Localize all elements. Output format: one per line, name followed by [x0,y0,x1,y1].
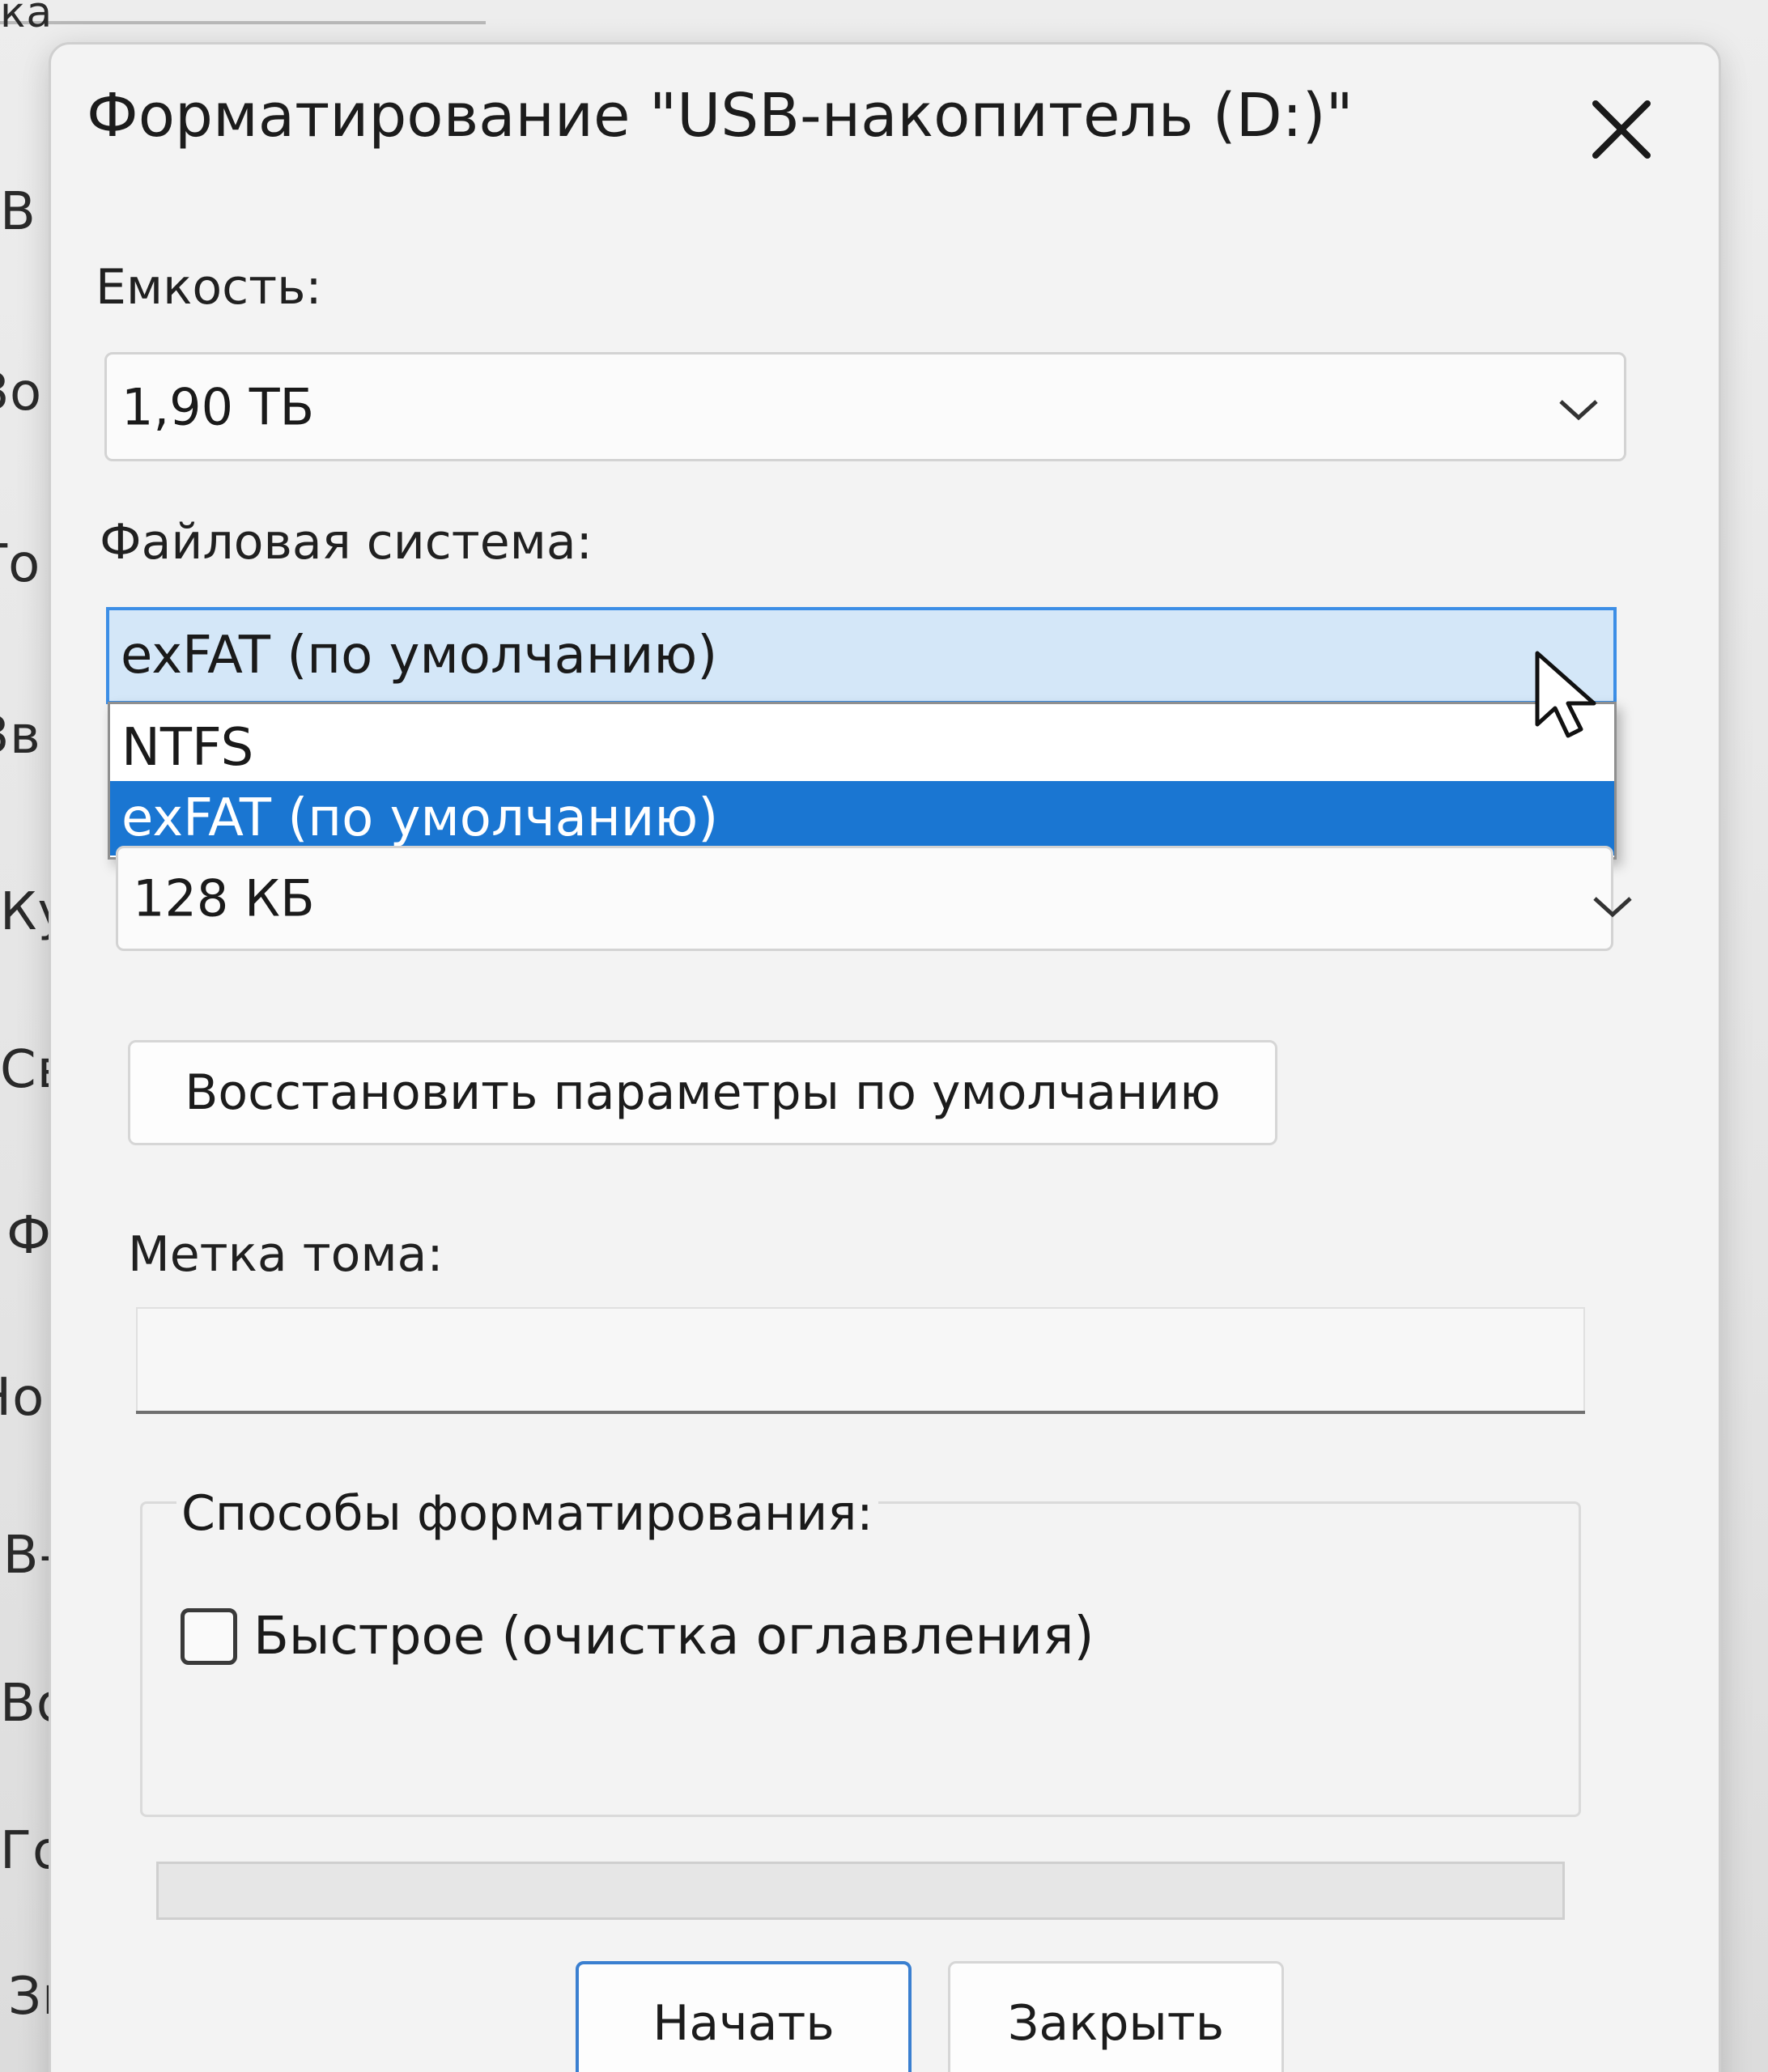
chevron-down-icon [1593,897,1632,918]
allocation-size-value: 128 КБ [133,868,315,928]
format-dialog: Форматирование "USB-накопитель (D:)" Емк… [49,42,1721,2072]
format-options-title: Способы форматирования: [176,1485,878,1542]
screen: ка В Зо То Зв Ку Св Фи Нов SB-н Вор Гого… [0,0,1768,2072]
allocation-size-select[interactable]: 128 КБ [116,846,1632,951]
quick-format-checkbox[interactable] [181,1608,237,1665]
chevron-down-icon [1559,400,1598,421]
background-item[interactable]: То [0,534,40,594]
quick-format-label[interactable]: Быстрое (очистка оглавления) [253,1607,1094,1667]
background-item[interactable]: В [0,182,36,242]
volume-label-input[interactable] [136,1307,1585,1412]
capacity-select[interactable]: 1,90 ТБ [104,352,1626,461]
close-icon[interactable] [1581,89,1662,170]
filesystem-dropdown-list: NTFS exFAT (по умолчанию) [108,702,1617,860]
filesystem-select[interactable]: exFAT (по умолчанию) [106,607,1617,704]
close-button[interactable]: Закрыть [948,1961,1284,2072]
background-item[interactable]: ка [0,0,53,37]
dropdown-option-ntfs[interactable]: NTFS [110,711,1614,785]
restore-defaults-button[interactable]: Восстановить параметры по умолчанию [128,1040,1277,1145]
dialog-title: Форматирование "USB-накопитель (D:)" [87,81,1354,151]
capacity-value: 1,90 ТБ [121,377,315,436]
volume-label-underline [136,1411,1585,1414]
volume-label-label: Метка тома: [128,1226,444,1283]
filesystem-value: exFAT (по умолчанию) [121,626,718,686]
format-progress-bar [156,1862,1565,1920]
filesystem-label: Файловая система: [100,514,593,571]
background-item[interactable]: Зв [0,706,41,766]
capacity-label: Емкость: [96,259,322,316]
background-item[interactable]: Зо [0,363,42,422]
mouse-cursor-icon [1535,651,1596,738]
dropdown-option-exfat[interactable]: exFAT (по умолчанию) [110,781,1614,856]
start-button[interactable]: Начать [576,1961,912,2072]
